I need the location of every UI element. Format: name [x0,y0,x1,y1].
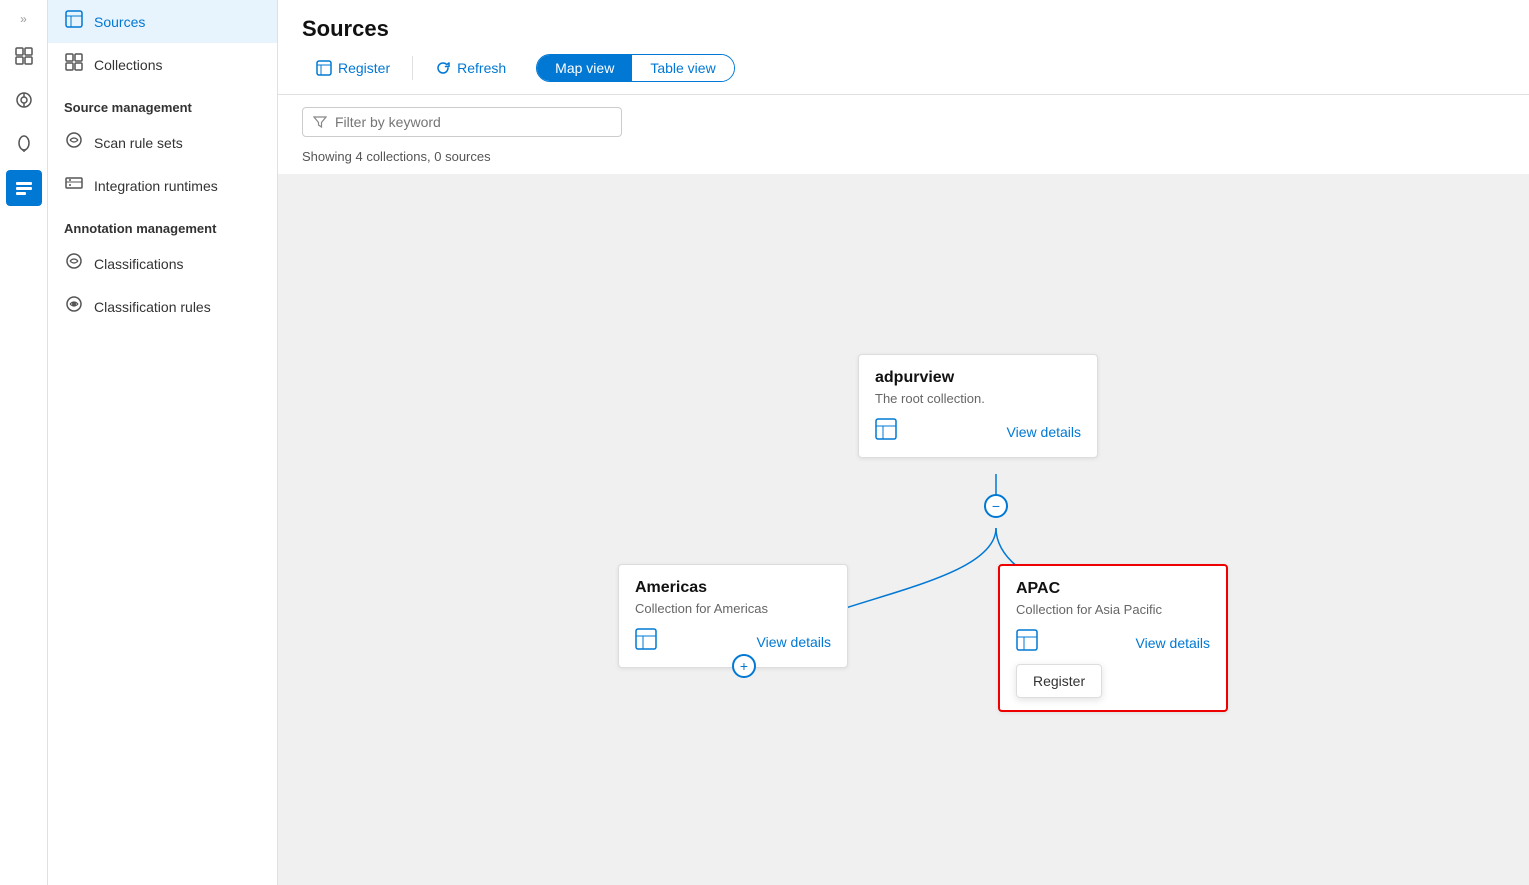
sidebar-item-classification-rules[interactable]: Classification rules [48,285,277,328]
collections-nav-icon[interactable] [6,38,42,74]
management-nav-icon[interactable] [6,170,42,206]
register-label: Register [338,60,390,76]
root-card-title: adpurview [875,369,1081,387]
map-view-button[interactable]: Map view [537,55,632,81]
main-header: Sources Register Refresh Ma [278,0,1529,95]
classifications-label: Classifications [94,256,183,272]
root-card: adpurview The root collection. View deta… [858,354,1098,458]
icon-rail: » [0,0,48,885]
collapse-button[interactable]: − [984,494,1008,518]
apac-card-title: APAC [1016,580,1210,598]
showing-text: Showing 4 collections, 0 sources [278,145,1529,174]
apac-card: APAC Collection for Asia Pacific View de… [998,564,1228,712]
filter-icon [313,115,327,129]
sidebar-item-integration-runtimes[interactable]: Integration runtimes [48,164,277,207]
sidebar-item-classifications[interactable]: Classifications [48,242,277,285]
filter-bar [278,95,1529,145]
annotation-management-label: Annotation management [48,207,277,242]
table-view-button[interactable]: Table view [632,55,733,81]
integration-runtimes-label: Integration runtimes [94,178,218,194]
sidebar-sources-label: Sources [94,14,145,30]
americas-card-grid-icon [635,628,657,655]
sources-icon [64,10,84,33]
apac-card-desc: Collection for Asia Pacific [1016,602,1210,617]
apac-register-popup[interactable]: Register [1016,664,1102,698]
main-content: Sources Register Refresh Ma [278,0,1529,885]
americas-view-details-link[interactable]: View details [757,634,831,650]
apac-view-details-link[interactable]: View details [1136,635,1210,651]
apac-register-label: Register [1033,673,1085,689]
filter-input[interactable] [335,114,611,130]
insights-nav-icon[interactable] [6,126,42,162]
refresh-label: Refresh [457,60,506,76]
refresh-button[interactable]: Refresh [421,54,520,82]
root-view-details-link[interactable]: View details [1007,424,1081,440]
scan-rule-sets-label: Scan rule sets [94,135,183,151]
americas-card-desc: Collection for Americas [635,601,831,616]
refresh-icon [435,60,451,76]
sidebar-item-collections[interactable]: Collections [48,43,277,86]
source-management-label: Source management [48,86,277,121]
sidebar-item-sources[interactable]: Sources [48,0,277,43]
sidebar: Sources Collections Source management Sc… [48,0,278,885]
root-card-desc: The root collection. [875,391,1081,406]
root-card-grid-icon [875,418,897,445]
register-button[interactable]: Register [302,54,404,82]
data-catalog-nav-icon[interactable] [6,82,42,118]
collections-icon [64,53,84,76]
integration-runtimes-icon [64,174,84,197]
filter-input-wrap [302,107,622,137]
classification-rules-label: Classification rules [94,299,211,315]
americas-card-footer: View details [635,628,831,655]
americas-card-title: Americas [635,579,831,597]
register-icon [316,60,332,76]
toolbar-divider [412,56,413,80]
americas-card: Americas Collection for Americas View de… [618,564,848,668]
page-title: Sources [302,16,1505,42]
sidebar-collections-label: Collections [94,57,162,73]
connector-svg [278,174,1529,885]
map-area[interactable]: adpurview The root collection. View deta… [278,174,1529,885]
classifications-icon [64,252,84,275]
scan-rule-sets-icon [64,131,84,154]
view-toggle: Map view Table view [536,54,735,82]
americas-expand-button[interactable]: + [732,654,756,678]
apac-card-footer: View details [1016,629,1210,656]
classification-rules-icon [64,295,84,318]
toolbar: Register Refresh Map view Table view [302,54,1505,82]
root-card-footer: View details [875,418,1081,445]
apac-card-grid-icon [1016,629,1038,656]
sidebar-item-scan-rule-sets[interactable]: Scan rule sets [48,121,277,164]
collapse-rail-btn[interactable]: » [20,12,27,26]
